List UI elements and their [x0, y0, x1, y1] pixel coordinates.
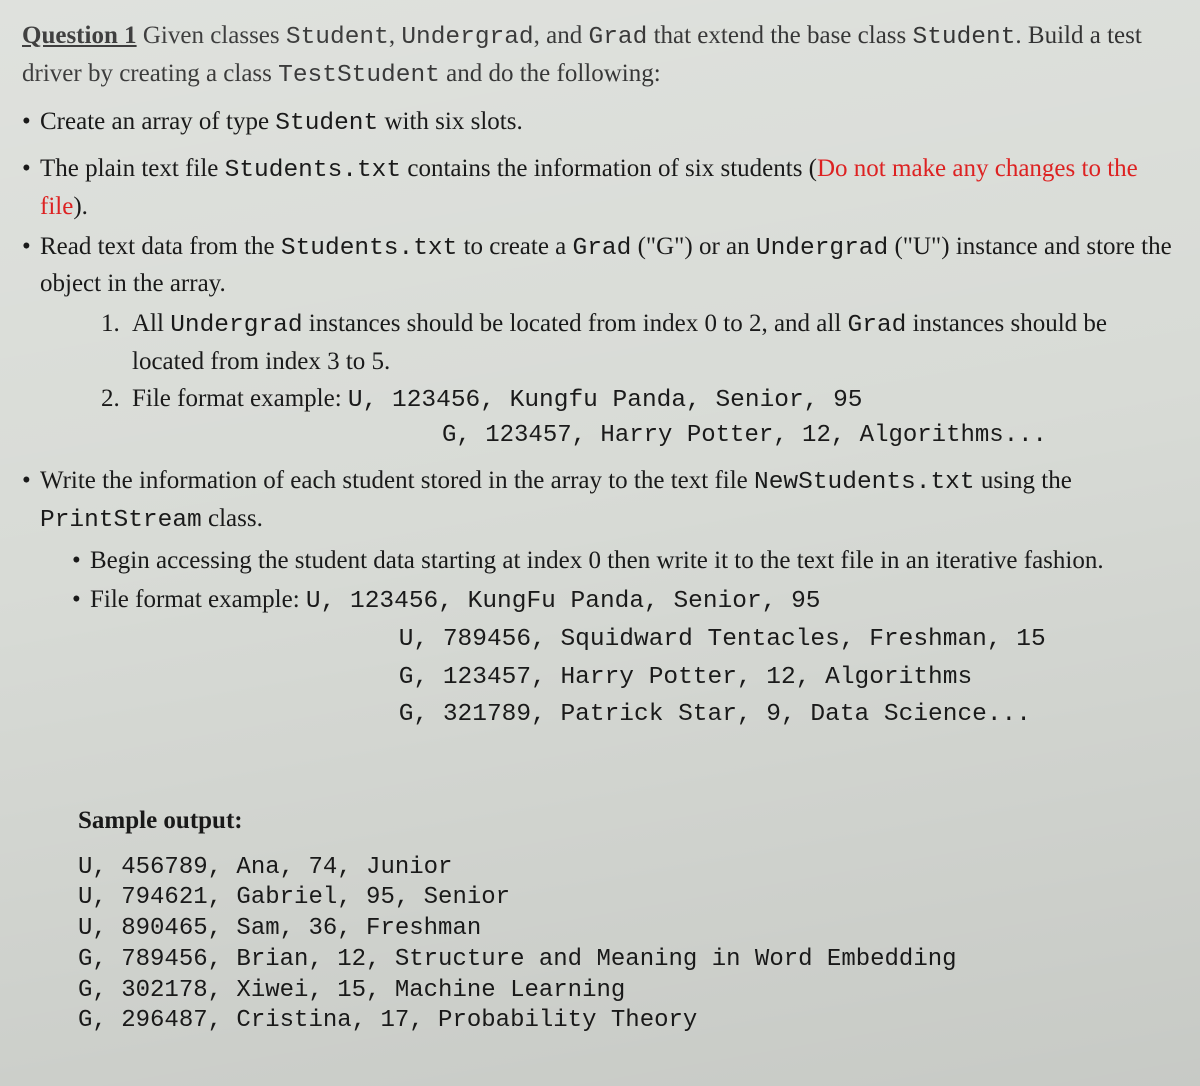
sample-output-block: U, 456789, Ana, 74, Junior U, 794621, Ga… — [78, 853, 1178, 1037]
question-intro: Question 1 Given classes Student, Underg… — [22, 18, 1178, 94]
numbered-list: All Undergrad instances should be locate… — [40, 306, 1178, 453]
question-title: Question 1 — [22, 22, 137, 49]
sample-output-heading: Sample output: — [78, 803, 1178, 839]
inner-bullet-1: Begin accessing the student data startin… — [72, 543, 1178, 579]
bullet-2: The plain text file Students.txt contain… — [22, 151, 1178, 224]
top-bullet-list: Create an array of type Student with six… — [22, 104, 1178, 734]
bullet-4: Write the information of each student st… — [22, 463, 1178, 733]
numbered-2: File format example: U, 123456, Kungfu P… — [126, 381, 1178, 453]
inner-bullet-list: Begin accessing the student data startin… — [40, 543, 1178, 734]
file-format-line-2: G, 123457, Harry Potter, 12, Algorithms.… — [442, 419, 1178, 453]
inner-bullet-2: File format example: U, 123456, KungFu P… — [72, 582, 1178, 733]
numbered-1: All Undergrad instances should be locate… — [126, 306, 1178, 379]
bullet-3: Read text data from the Students.txt to … — [22, 229, 1178, 453]
bullet-1: Create an array of type Student with six… — [22, 104, 1178, 142]
